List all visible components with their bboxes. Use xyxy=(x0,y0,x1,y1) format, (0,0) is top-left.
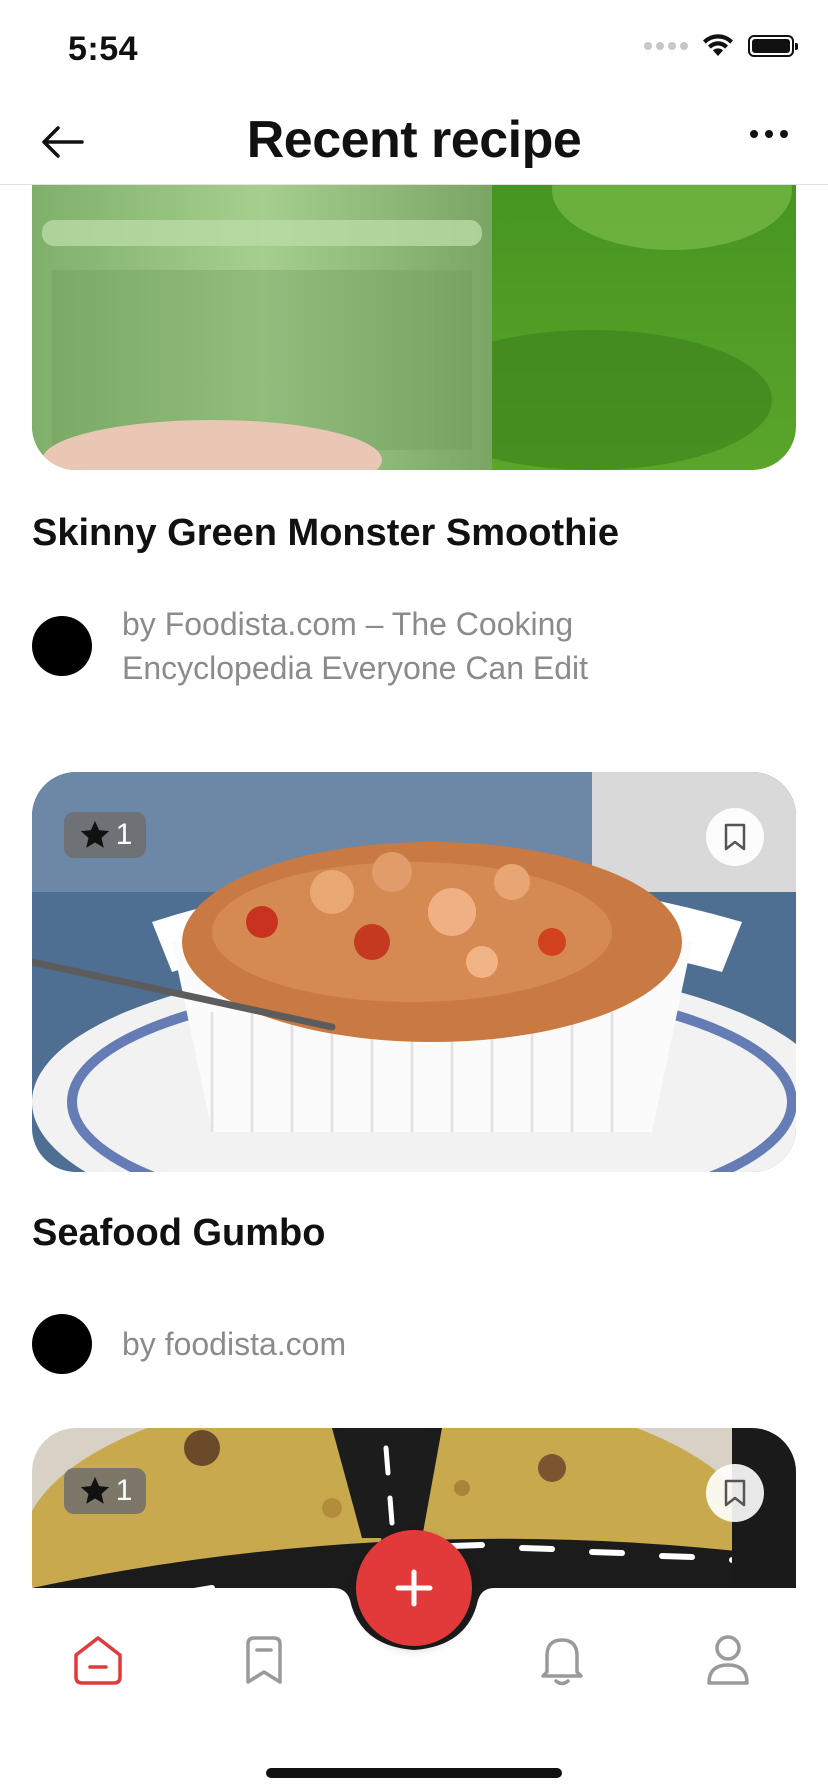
author-row[interactable]: by foodista.com xyxy=(32,1314,642,1374)
tab-saved[interactable] xyxy=(232,1628,296,1692)
cellular-signal-icon xyxy=(644,42,688,50)
more-horizontal-icon xyxy=(750,130,758,138)
bookmark-button[interactable] xyxy=(706,808,764,866)
tab-notifications[interactable] xyxy=(530,1628,594,1692)
add-recipe-button[interactable] xyxy=(356,1530,472,1646)
home-icon xyxy=(74,1636,122,1685)
status-icons xyxy=(644,34,798,58)
tab-home[interactable] xyxy=(66,1628,130,1692)
user-icon xyxy=(707,1635,749,1685)
rating-count: 1 xyxy=(115,1474,133,1507)
star-icon xyxy=(80,820,109,848)
recipe-image[interactable]: 1 xyxy=(32,184,796,470)
recipe-list[interactable]: 1 Skinny Green Monster Smoothie by Foodi… xyxy=(0,184,828,1589)
bookmark-icon xyxy=(246,1636,282,1684)
status-bar: 5:54 xyxy=(0,0,828,100)
author-name: by Foodista.com – The Cooking Encycloped… xyxy=(122,606,589,686)
avatar xyxy=(32,1314,92,1374)
rating-badge: 1 xyxy=(64,812,146,858)
bookmark-icon xyxy=(724,1479,746,1507)
gumbo-photo xyxy=(32,772,796,1172)
rating-badge: 1 xyxy=(64,1468,146,1514)
battery-icon xyxy=(748,35,798,57)
status-time: 5:54 xyxy=(68,30,139,68)
recipe-title[interactable]: Seafood Gumbo xyxy=(32,1212,325,1255)
rating-count: 1 xyxy=(115,818,133,851)
recipe-title[interactable]: Skinny Green Monster Smoothie xyxy=(32,512,619,555)
recipe-card[interactable]: 1 Skinny Green Monster Smoothie by Foodi… xyxy=(32,184,796,686)
author-row[interactable]: by Foodista.com – The Cooking Encycloped… xyxy=(32,602,682,690)
more-options-button[interactable] xyxy=(750,130,788,138)
recipe-card[interactable]: 1 Seafood Gumbo by foodista.com xyxy=(32,772,796,1374)
page-title: Recent recipe xyxy=(246,111,582,169)
wifi-icon xyxy=(703,34,733,56)
bell-icon xyxy=(541,1638,583,1686)
bookmark-button[interactable] xyxy=(706,1464,764,1522)
plus-icon xyxy=(395,1569,433,1607)
avatar xyxy=(32,616,92,676)
home-indicator[interactable] xyxy=(266,1768,562,1778)
recipe-image[interactable]: 1 xyxy=(32,772,796,1172)
bookmark-icon xyxy=(724,823,746,851)
smoothie-photo xyxy=(32,184,796,470)
author-name: by foodista.com xyxy=(122,1326,347,1362)
nav-header: Recent recipe xyxy=(0,100,828,185)
tab-profile[interactable] xyxy=(696,1628,760,1692)
star-icon xyxy=(80,1476,109,1504)
